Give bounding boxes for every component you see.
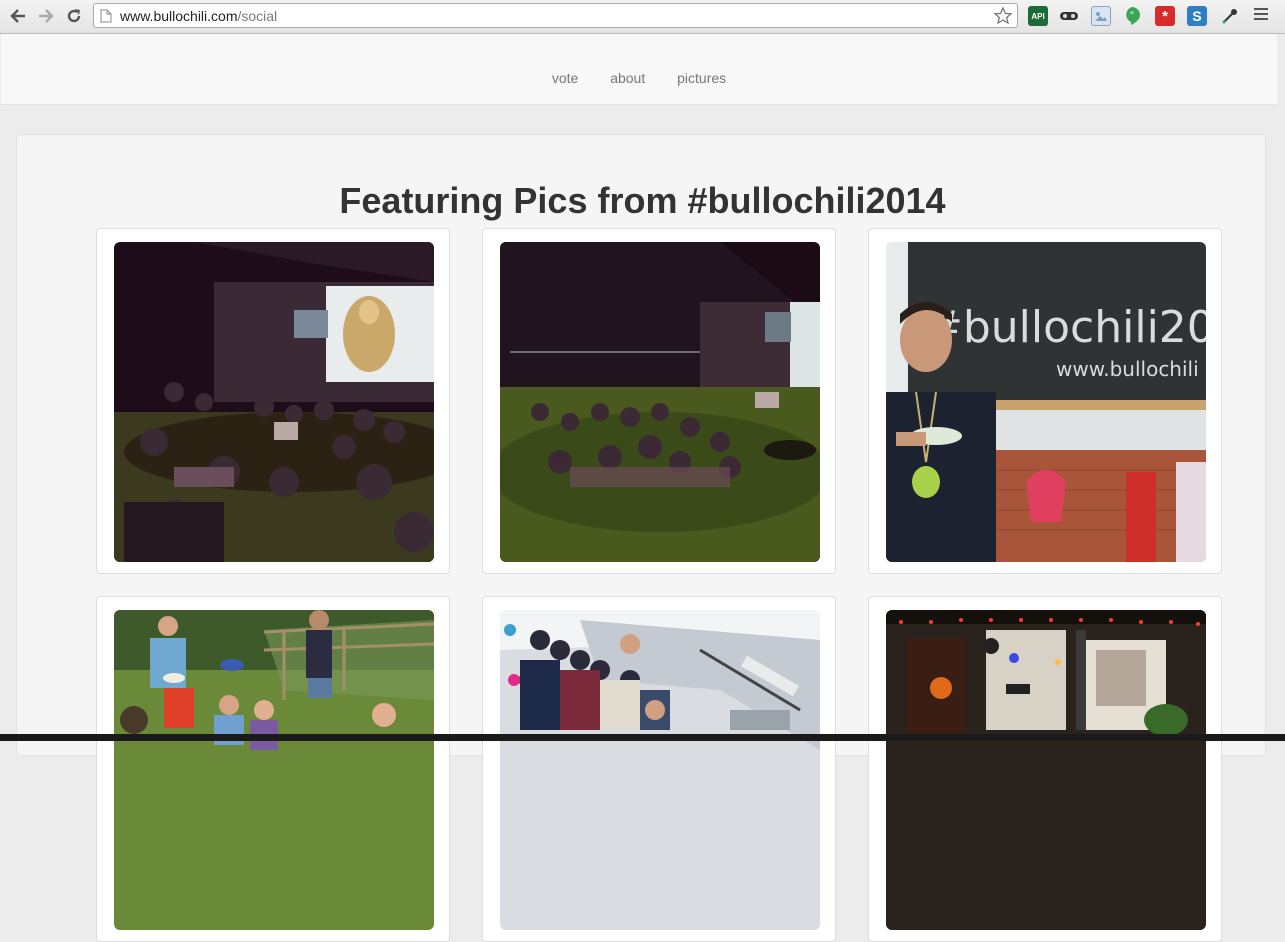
forward-button[interactable] <box>36 6 56 26</box>
photo-image <box>114 610 434 930</box>
s-extension-icon[interactable]: S <box>1187 6 1207 26</box>
photo-image <box>500 242 820 562</box>
red-extension-label: * <box>1162 7 1168 25</box>
url-text[interactable]: www.bullochili.com/social <box>120 8 277 24</box>
photo-image <box>114 242 434 562</box>
eyedropper-extension-icon[interactable] <box>1220 6 1240 26</box>
photo-tile[interactable] <box>96 228 450 574</box>
url-path: /social <box>237 8 278 24</box>
photo-tile[interactable] <box>482 228 836 574</box>
window-edge <box>1277 34 1285 741</box>
image-extension-icon[interactable] <box>1091 6 1111 26</box>
nav-link-vote[interactable]: vote <box>552 70 578 86</box>
back-arrow-icon <box>10 9 25 23</box>
s-extension-label: S <box>1192 8 1202 24</box>
chalk-subtext: www.bullochili <box>1056 357 1199 381</box>
site-navbar: vote about pictures <box>1 34 1277 105</box>
photo-tile[interactable]: #bullochili2014 www.bullochili <box>868 228 1222 574</box>
back-button[interactable] <box>8 6 28 26</box>
nav-link-about[interactable]: about <box>610 70 645 86</box>
api-extension-label: API <box>1031 11 1045 21</box>
svg-text:": " <box>1130 11 1134 21</box>
api-extension-icon[interactable]: API <box>1028 6 1048 26</box>
mask-extension-icon[interactable] <box>1059 6 1079 26</box>
forward-arrow-icon <box>39 9 54 23</box>
page-icon <box>100 9 112 23</box>
photo-tile[interactable] <box>868 596 1222 942</box>
photo-tile[interactable] <box>482 596 836 942</box>
chalk-text: #bullochili2014 <box>926 302 1206 353</box>
photo-image <box>886 610 1206 930</box>
url-host: www.bullochili.com <box>120 8 238 24</box>
reload-icon <box>67 9 81 23</box>
browser-toolbar: www.bullochili.com/social API " * S <box>0 0 1285 34</box>
photo-image <box>500 610 820 930</box>
red-star-extension-icon[interactable]: * <box>1155 6 1175 26</box>
address-bar[interactable]: www.bullochili.com/social <box>93 3 1018 28</box>
nav-links: vote about pictures <box>1 70 1277 86</box>
photo-tile[interactable] <box>96 596 450 942</box>
hangouts-extension-icon[interactable]: " <box>1122 6 1142 26</box>
page-title: Featuring Pics from #bullochili2014 <box>339 180 946 221</box>
reload-button[interactable] <box>64 6 84 26</box>
window-bottom-edge <box>0 734 1285 741</box>
bookmark-star-icon <box>993 6 1013 25</box>
photo-image: #bullochili2014 www.bullochili <box>886 242 1206 562</box>
nav-link-pictures[interactable]: pictures <box>677 70 726 86</box>
chrome-menu-icon[interactable] <box>1254 8 1268 23</box>
